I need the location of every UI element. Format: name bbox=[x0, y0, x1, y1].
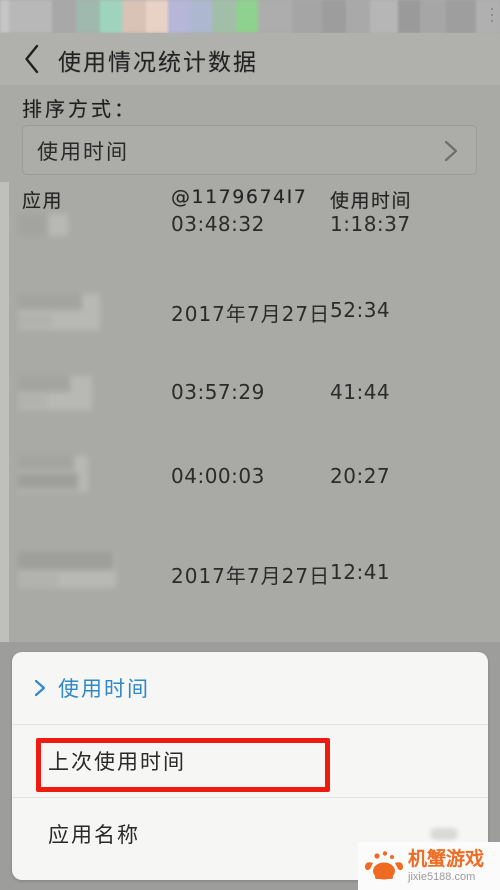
back-button[interactable] bbox=[14, 41, 50, 77]
phone-screenshot: 使用情况统计数据 排序方式： 使用时间 应用 @1179674I7 使用时间 0… bbox=[0, 0, 500, 890]
watermark-url: jixie5188.com bbox=[408, 870, 476, 883]
chevron-right-icon bbox=[32, 679, 48, 697]
sheet-option-usage-time[interactable]: 使用时间 bbox=[12, 652, 488, 725]
cell-duration: 1:18:37 bbox=[330, 212, 411, 236]
sheet-option-last-used-time[interactable]: 上次使用时间 bbox=[12, 725, 488, 798]
app-name-redacted bbox=[18, 376, 92, 410]
cell-last-used: 2017年7月27日 bbox=[171, 302, 331, 326]
sheet-option-label: 上次使用时间 bbox=[48, 750, 186, 774]
status-bar-indicator-icon bbox=[491, 8, 494, 26]
status-bar-edge bbox=[0, 0, 9, 33]
cell-last-used: 04:00:03 bbox=[171, 464, 265, 488]
app-name-redacted bbox=[18, 294, 100, 330]
column-header-app: 应用 bbox=[22, 190, 64, 212]
page-title: 使用情况统计数据 bbox=[58, 50, 258, 76]
app-name-redacted bbox=[18, 552, 116, 588]
status-bar bbox=[0, 0, 500, 33]
chevron-right-icon bbox=[440, 139, 462, 163]
app-name-redacted bbox=[18, 214, 68, 236]
sheet-option-label: 应用名称 bbox=[48, 823, 140, 847]
sort-select-value: 使用时间 bbox=[37, 140, 129, 164]
watermark: 机蟹游戏 jixie5188.com bbox=[358, 842, 500, 890]
column-header-duration: 使用时间 bbox=[330, 190, 413, 212]
chevron-left-icon bbox=[23, 44, 41, 74]
list-left-edge bbox=[0, 182, 9, 642]
usage-list: 应用 @1179674I7 使用时间 03:48:32 1:18:37 2017… bbox=[0, 182, 500, 642]
sheet-trailing-redacted-icon bbox=[430, 828, 458, 840]
sheet-option-label: 使用时间 bbox=[58, 677, 150, 701]
crab-logo-icon bbox=[362, 849, 406, 883]
cell-last-used: 03:48:32 bbox=[171, 212, 265, 236]
cell-duration: 20:27 bbox=[330, 464, 391, 488]
nav-bar: 使用情况统计数据 bbox=[0, 33, 500, 85]
watermark-title: 机蟹游戏 bbox=[408, 847, 485, 870]
cell-last-used: 2017年7月27日 bbox=[171, 564, 331, 588]
cell-duration: 41:44 bbox=[330, 380, 391, 404]
sort-label: 排序方式： bbox=[22, 97, 137, 121]
cell-duration: 12:41 bbox=[330, 560, 391, 584]
cell-last-used: 03:57:29 bbox=[171, 380, 265, 404]
sort-section: 排序方式： 使用时间 bbox=[0, 85, 500, 182]
column-header-last-used: @1179674I7 bbox=[171, 186, 308, 208]
app-name-redacted bbox=[18, 456, 88, 492]
sort-select[interactable]: 使用时间 bbox=[22, 125, 477, 175]
cell-duration: 52:34 bbox=[330, 298, 391, 322]
